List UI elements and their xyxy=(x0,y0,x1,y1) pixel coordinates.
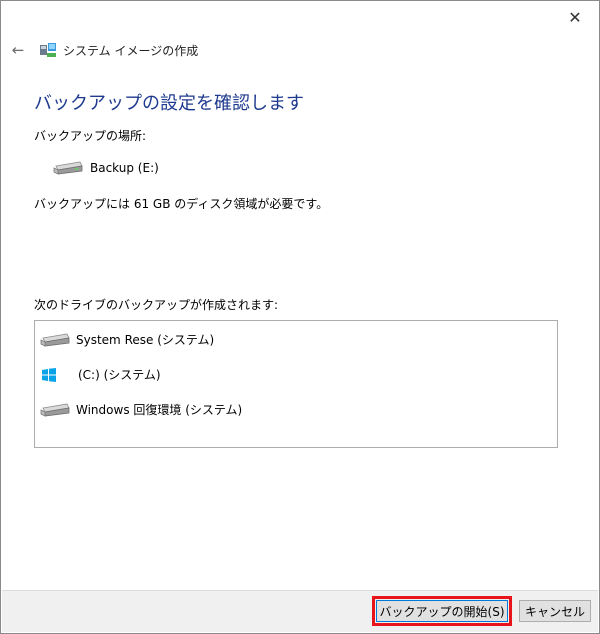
hard-drive-icon xyxy=(53,161,83,175)
back-arrow-icon: ← xyxy=(11,41,25,59)
list-item: (C:) (システム) xyxy=(40,366,161,383)
window-title: システム イメージの作成 xyxy=(63,43,199,58)
backup-location-drive: Backup (E:) xyxy=(53,161,159,175)
dialog-footer: バックアップの開始(S) キャンセル xyxy=(2,590,598,632)
drive-label: System Rese (システム) xyxy=(76,333,215,347)
start-backup-button[interactable]: バックアップの開始(S) xyxy=(372,596,512,626)
space-required-text: バックアップには 61 GB のディスク領域が必要です。 xyxy=(34,197,329,211)
drive-label: (C:) (システム) xyxy=(78,368,161,382)
close-button[interactable]: ✕ xyxy=(561,5,589,29)
hard-drive-icon xyxy=(40,333,70,347)
title-bar: ← システム イメージの作成 xyxy=(9,39,199,61)
close-icon: ✕ xyxy=(568,7,582,27)
list-item: System Rese (システム) xyxy=(40,331,214,348)
backup-wizard-icon xyxy=(40,43,56,57)
dialog-window: ✕ ← システム イメージの作成 バックアップの設定を確認します バックアップの… xyxy=(0,0,600,634)
back-button[interactable]: ← xyxy=(9,41,27,59)
page-heading: バックアップの設定を確認します xyxy=(34,93,304,114)
windows-logo-icon xyxy=(42,367,56,382)
list-item: Windows 回復環境 (システム) xyxy=(40,401,242,418)
drives-list-label: 次のドライブのバックアップが作成されます: xyxy=(34,298,279,312)
backup-location-text: Backup (E:) xyxy=(90,161,159,175)
drive-label: Windows 回復環境 (システム) xyxy=(76,403,243,417)
drive-list[interactable]: System Rese (システム) (C:) (システム) Windows 回… xyxy=(34,320,558,448)
cancel-button[interactable]: キャンセル xyxy=(519,600,591,622)
hard-drive-icon xyxy=(40,403,70,417)
backup-location-label: バックアップの場所: xyxy=(34,129,147,143)
